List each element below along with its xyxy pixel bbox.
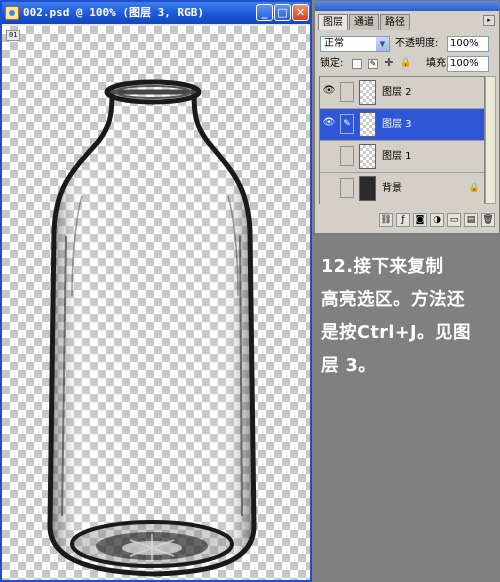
lock-position-icon[interactable]: ✛ [384, 57, 394, 69]
blend-mode-select[interactable]: 正常 ▼ [320, 36, 390, 52]
layer-name: 背景 [382, 183, 402, 194]
fill-input[interactable]: 100% [447, 56, 489, 72]
opacity-label: 不透明度: [395, 38, 439, 49]
lock-all-icon[interactable]: 🔒 [400, 59, 411, 69]
visibility-toggle[interactable] [322, 180, 336, 194]
layer-row-3[interactable]: 👁 ✎ 图层 3 [320, 109, 484, 141]
layer-style-icon[interactable]: ƒ [396, 213, 410, 227]
fill-label: 填充: [426, 58, 450, 69]
layers-panel: 图层 通道 路径 ▸ 正常 ▼ 不透明度: 100% 锁定: ✎ ✛ 🔒 填充:… [314, 0, 500, 234]
panel-tabs: 图层 通道 路径 [318, 14, 411, 31]
visibility-toggle[interactable] [322, 148, 336, 162]
lock-image-icon[interactable]: ✎ [368, 59, 378, 69]
layer-thumbnail [359, 112, 376, 137]
layer-thumbnail [359, 144, 376, 169]
panel-title-bar[interactable] [315, 1, 499, 11]
caption-line-3: 是按Ctrl+J。见图 [321, 323, 472, 343]
tutorial-caption: 12.接下来复制 高亮选区。方法还 是按Ctrl+J。见图 层 3。 [321, 251, 496, 383]
panel-toolbar: ⛓ ƒ ◙ ◑ ▭ ▤ 🗑 [319, 213, 495, 229]
maximize-button[interactable]: □ [274, 4, 291, 21]
mask-icon[interactable]: ◙ [413, 213, 427, 227]
visibility-eye-icon[interactable]: 👁 [322, 84, 336, 98]
trash-icon[interactable]: 🗑 [481, 213, 495, 227]
minimize-button[interactable]: _ [256, 4, 273, 21]
layer-thumbnail [359, 176, 376, 201]
layer-name: 图层 1 [382, 151, 412, 162]
brush-icon[interactable]: ✎ [340, 114, 354, 134]
layer-row-1[interactable]: 图层 1 [320, 141, 484, 173]
blend-mode-value: 正常 [324, 38, 344, 49]
layer-list: 👁 图层 2 👁 ✎ 图层 3 图层 1 背景 🔒 [319, 76, 485, 205]
lock-transparency-icon[interactable] [352, 59, 362, 69]
layer-name: 图层 3 [382, 119, 412, 130]
caption-line-1: 12.接下来复制 [321, 257, 444, 277]
document-titlebar[interactable]: 002.psd @ 100% (图层 3, RGB) _ □ ✕ [2, 2, 310, 24]
new-layer-icon[interactable]: ▤ [464, 213, 478, 227]
caption-line-2: 高亮选区。方法还 [321, 290, 465, 310]
layer-name: 图层 2 [382, 87, 412, 98]
link-cell[interactable] [340, 82, 354, 102]
ruler-origin[interactable]: 01 [6, 30, 21, 41]
tab-layers[interactable]: 图层 [318, 14, 348, 30]
tab-channels[interactable]: 通道 [349, 14, 379, 30]
chevron-down-icon[interactable]: ▼ [376, 37, 389, 51]
tab-paths[interactable]: 路径 [380, 14, 410, 30]
document-title: 002.psd @ 100% (图层 3, RGB) [23, 6, 204, 19]
lock-label: 锁定: [320, 58, 344, 69]
adjustment-icon[interactable]: ◑ [430, 213, 444, 227]
glass-bottle-image [47, 79, 257, 577]
opacity-input[interactable]: 100% [447, 36, 489, 52]
canvas[interactable]: 01 [2, 26, 310, 580]
group-icon[interactable]: ▭ [447, 213, 461, 227]
layer-row-2[interactable]: 👁 图层 2 [320, 77, 484, 109]
lock-icon: 🔒 [468, 183, 480, 193]
link-cell[interactable] [340, 178, 354, 198]
layer-row-background[interactable]: 背景 🔒 [320, 173, 484, 205]
layer-thumbnail [359, 80, 376, 105]
visibility-eye-icon[interactable]: 👁 [322, 116, 336, 130]
close-button[interactable]: ✕ [292, 4, 309, 21]
photoshop-document-icon [5, 6, 19, 20]
layer-list-scrollbar[interactable] [485, 76, 496, 204]
document-window: 002.psd @ 100% (图层 3, RGB) _ □ ✕ 01 [0, 0, 312, 582]
panel-menu-icon[interactable]: ▸ [483, 15, 495, 26]
link-cell[interactable] [340, 146, 354, 166]
link-icon[interactable]: ⛓ [379, 213, 393, 227]
caption-line-4: 层 3。 [321, 356, 377, 376]
